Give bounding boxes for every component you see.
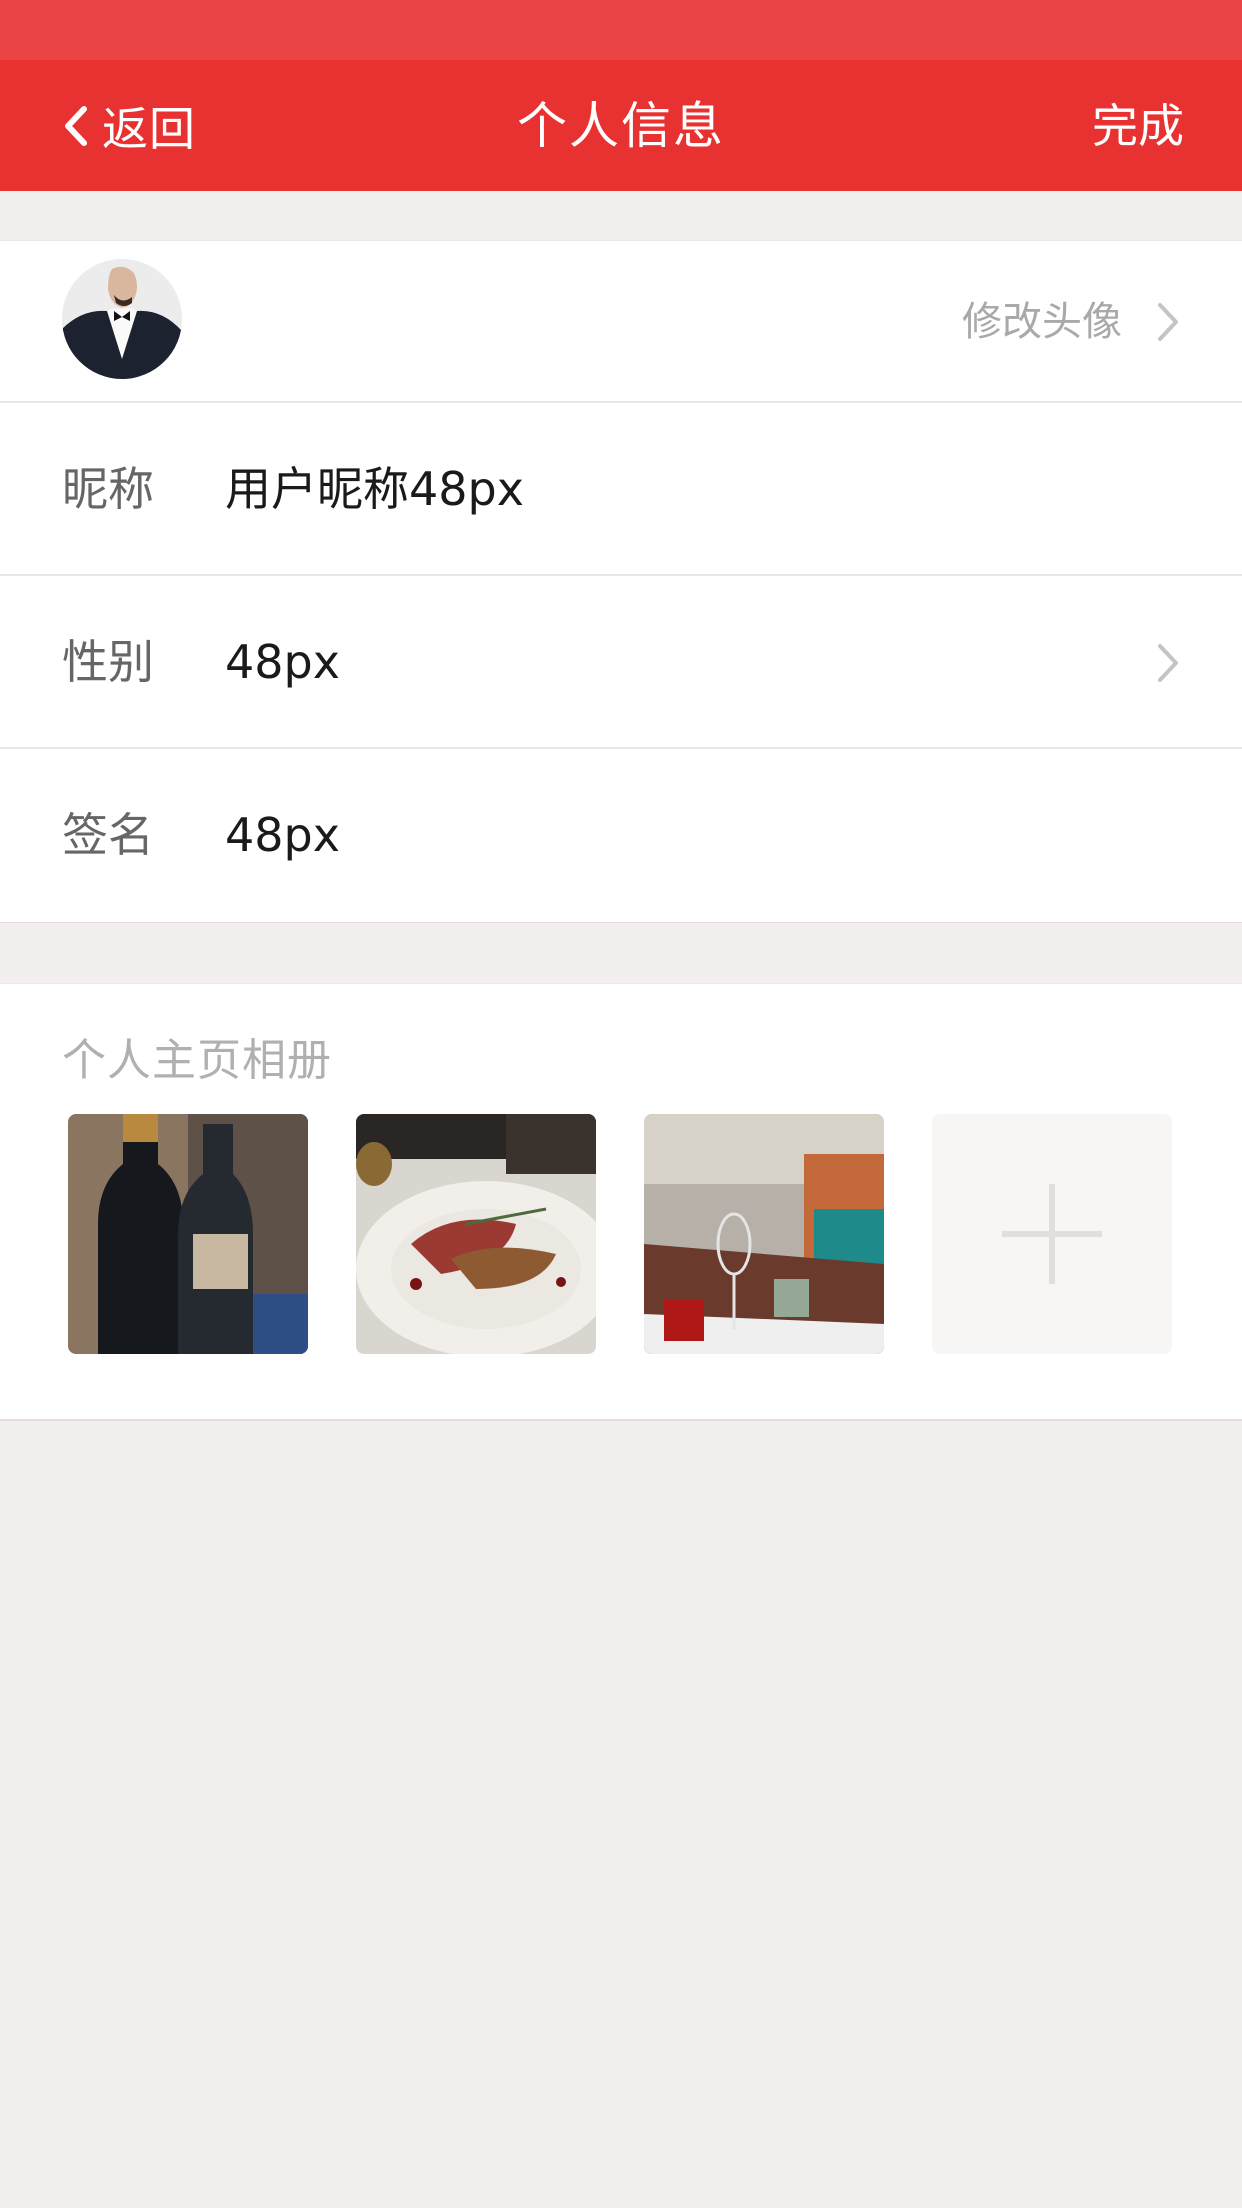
avatar-row[interactable]: 修改头像 — [0, 241, 1242, 403]
steak-dish-photo — [356, 1114, 596, 1354]
done-button[interactable]: 完成 — [1092, 96, 1184, 156]
gender-value[interactable]: 48px — [225, 576, 340, 749]
avatar-image — [62, 259, 182, 379]
chevron-right-icon — [1158, 303, 1178, 341]
nickname-row[interactable]: 昵称 用户昵称48px — [0, 403, 1242, 576]
album-photo-restaurant[interactable] — [644, 1114, 884, 1354]
signature-value[interactable]: 48px — [225, 749, 340, 922]
album-title: 个人主页相册 — [62, 1035, 332, 1086]
nickname-value[interactable]: 用户昵称48px — [225, 403, 524, 576]
album-photo-wine[interactable] — [68, 1114, 308, 1354]
gender-row[interactable]: 性别 48px — [0, 576, 1242, 749]
navigation-bar: 返回 个人信息 完成 — [0, 60, 1242, 191]
signature-label: 签名 — [62, 808, 154, 862]
add-photo-button[interactable] — [932, 1114, 1172, 1354]
wine-bottle-photo — [68, 1114, 308, 1354]
avatar[interactable] — [62, 259, 182, 379]
status-bar — [0, 0, 1242, 60]
nickname-label: 昵称 — [62, 462, 154, 516]
page-title: 个人信息 — [517, 97, 725, 155]
profile-info-group: 修改头像 昵称 用户昵称48px 性别 48px 签名 48px — [0, 240, 1242, 923]
chevron-right-icon — [1158, 644, 1178, 682]
album-photo-steak[interactable] — [356, 1114, 596, 1354]
change-avatar-label: 修改头像 — [962, 299, 1122, 345]
restaurant-table-photo — [644, 1114, 884, 1354]
gender-label: 性别 — [62, 635, 154, 689]
plus-icon — [1002, 1184, 1102, 1284]
album-section: 个人主页相册 — [0, 983, 1242, 1421]
signature-row[interactable]: 签名 48px — [0, 749, 1242, 922]
